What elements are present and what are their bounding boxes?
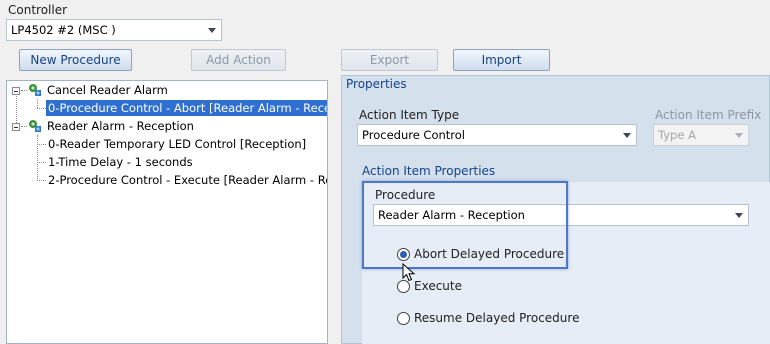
- tree-action-item[interactable]: 0-Reader Temporary LED Control [Receptio…: [48, 136, 306, 152]
- abort-delayed-procedure-label[interactable]: Abort Delayed Procedure: [414, 247, 564, 261]
- action-item-prefix-select[interactable]: Type A: [653, 124, 749, 146]
- chevron-down-icon[interactable]: [735, 213, 743, 218]
- procedure-tree[interactable]: Cancel Reader Alarm 0-Procedure Control …: [6, 80, 328, 344]
- tree-connector: [37, 135, 38, 181]
- gear-puzzle-icon: [27, 82, 43, 101]
- tree-connector: [16, 91, 17, 127]
- export-button[interactable]: Export: [341, 49, 438, 71]
- action-item-prefix-label: Action Item Prefix: [655, 108, 762, 122]
- tree-connector: [37, 144, 46, 145]
- resume-delayed-procedure-radio[interactable]: [397, 312, 410, 325]
- action-item-type-select[interactable]: Procedure Control: [357, 124, 637, 146]
- tree-connector: [37, 180, 46, 181]
- tree-action-item[interactable]: 1-Time Delay - 1 seconds: [48, 154, 193, 170]
- import-button[interactable]: Import: [453, 49, 550, 71]
- chevron-down-icon[interactable]: [623, 133, 631, 138]
- resume-delayed-procedure-label[interactable]: Resume Delayed Procedure: [414, 311, 579, 325]
- chevron-down-icon[interactable]: [735, 133, 743, 138]
- tree-connector: [37, 108, 46, 109]
- tree-connector: [37, 162, 46, 163]
- tree-procedure-reader-alarm-reception[interactable]: Reader Alarm - Reception: [47, 118, 194, 134]
- tree-procedure-cancel-reader-alarm[interactable]: Cancel Reader Alarm: [47, 82, 168, 98]
- gear-puzzle-icon: [27, 118, 43, 137]
- execute-label[interactable]: Execute: [414, 279, 462, 293]
- action-item-type-label: Action Item Type: [359, 108, 460, 122]
- controller-select[interactable]: LP4502 #2 (MSC ): [6, 19, 222, 41]
- controller-select-value: LP4502 #2 (MSC ): [11, 23, 116, 37]
- controller-label: Controller: [8, 3, 68, 17]
- collapse-icon[interactable]: [12, 123, 20, 131]
- mouse-cursor-icon: [402, 262, 416, 286]
- new-procedure-button[interactable]: New Procedure: [19, 49, 132, 71]
- chevron-down-icon[interactable]: [208, 28, 216, 33]
- action-item-type-value: Procedure Control: [362, 128, 466, 142]
- tree-action-selected[interactable]: 0-Procedure Control - Abort [Reader Alar…: [46, 100, 327, 116]
- action-item-properties-title: Action Item Properties: [362, 164, 496, 178]
- properties-title: Properties: [346, 77, 407, 91]
- action-item-prefix-value: Type A: [658, 128, 696, 142]
- collapse-icon[interactable]: [12, 87, 20, 95]
- tree-action-item[interactable]: 2-Procedure Control - Execute [Reader Al…: [48, 172, 327, 188]
- add-action-button[interactable]: Add Action: [191, 49, 286, 71]
- abort-delayed-procedure-radio[interactable]: [397, 248, 410, 261]
